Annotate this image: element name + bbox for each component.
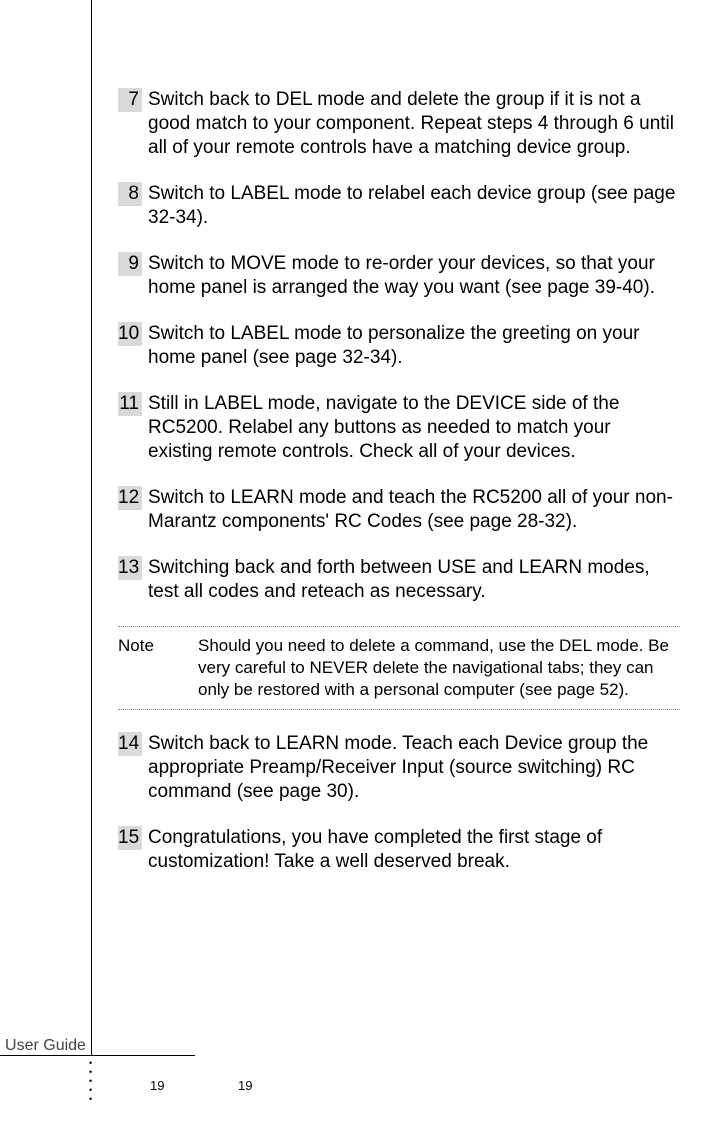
step-number: 10 bbox=[118, 322, 142, 346]
vertical-rule bbox=[91, 0, 92, 1055]
step-text: Switching back and forth between USE and… bbox=[148, 556, 680, 604]
step-number: 8 bbox=[118, 182, 142, 206]
step-text: Switch to LABEL mode to relabel each dev… bbox=[148, 182, 680, 230]
step-number: 15 bbox=[118, 826, 142, 850]
step-text: Switch back to DEL mode and delete the g… bbox=[148, 88, 680, 160]
step-number: 9 bbox=[118, 252, 142, 276]
step-item: 8 Switch to LABEL mode to relabel each d… bbox=[118, 182, 680, 230]
step-text: Switch to LEARN mode and teach the RC520… bbox=[148, 486, 680, 534]
step-text: Congratulations, you have completed the … bbox=[148, 826, 680, 874]
footer-label: User Guide bbox=[0, 1037, 91, 1055]
note-box: Note Should you need to delete a command… bbox=[118, 626, 680, 710]
step-item: 13 Switching back and forth between USE … bbox=[118, 556, 680, 604]
decorative-dots: ••••• bbox=[89, 1059, 92, 1104]
step-item: 7 Switch back to DEL mode and delete the… bbox=[118, 88, 680, 160]
step-item: 11 Still in LABEL mode, navigate to the … bbox=[118, 392, 680, 464]
step-number: 13 bbox=[118, 556, 142, 580]
step-item: 12 Switch to LEARN mode and teach the RC… bbox=[118, 486, 680, 534]
step-item: 14 Switch back to LEARN mode. Teach each… bbox=[118, 732, 680, 804]
step-number: 11 bbox=[118, 392, 142, 416]
step-text: Switch back to LEARN mode. Teach each De… bbox=[148, 732, 680, 804]
note-text: Should you need to delete a command, use… bbox=[198, 635, 680, 701]
step-text: Switch to MOVE mode to re-order your dev… bbox=[148, 252, 680, 300]
content-area: 7 Switch back to DEL mode and delete the… bbox=[118, 88, 680, 896]
step-number: 7 bbox=[118, 88, 142, 112]
page-number: 19 bbox=[150, 1078, 164, 1093]
step-item: 10 Switch to LABEL mode to personalize t… bbox=[118, 322, 680, 370]
step-number: 14 bbox=[118, 732, 142, 756]
note-label: Note bbox=[118, 635, 198, 701]
step-item: 15 Congratulations, you have completed t… bbox=[118, 826, 680, 874]
step-number: 12 bbox=[118, 486, 142, 510]
page-number: 19 bbox=[238, 1078, 252, 1093]
step-text: Still in LABEL mode, navigate to the DEV… bbox=[148, 392, 680, 464]
step-text: Switch to LABEL mode to personalize the … bbox=[148, 322, 680, 370]
horizontal-rule bbox=[0, 1055, 195, 1056]
step-item: 9 Switch to MOVE mode to re-order your d… bbox=[118, 252, 680, 300]
